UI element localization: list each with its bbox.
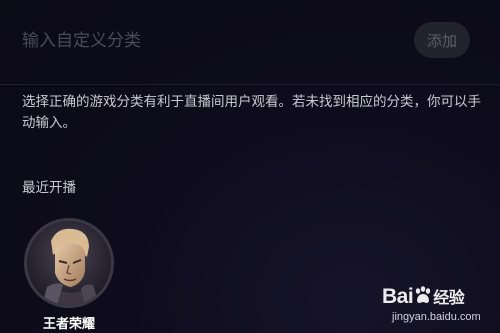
- watermark-logo: Bai 经验: [382, 284, 465, 309]
- watermark-url: jingyan.baidu.com: [392, 311, 481, 323]
- custom-category-input[interactable]: [22, 24, 382, 58]
- baidu-jingyan-watermark: Bai 经验 jingyan.baidu.com: [380, 282, 496, 330]
- recent-section-title: 最近开播: [22, 180, 76, 196]
- paw-icon: [415, 286, 431, 303]
- watermark-logo-prefix: Bai: [382, 285, 414, 308]
- game-character-avatar: [24, 218, 114, 308]
- game-name-label: 王者荣耀: [42, 317, 95, 332]
- custom-category-input-row: 添加: [0, 0, 500, 85]
- recent-game-item[interactable]: 王者荣耀: [20, 216, 120, 333]
- category-hint-text: 选择正确的游戏分类有利于直播间用户观看。若未找到相应的分类，你可以手动输入。: [22, 94, 481, 131]
- watermark-logo-suffix: 经验: [433, 288, 465, 307]
- add-button[interactable]: 添加: [414, 22, 470, 58]
